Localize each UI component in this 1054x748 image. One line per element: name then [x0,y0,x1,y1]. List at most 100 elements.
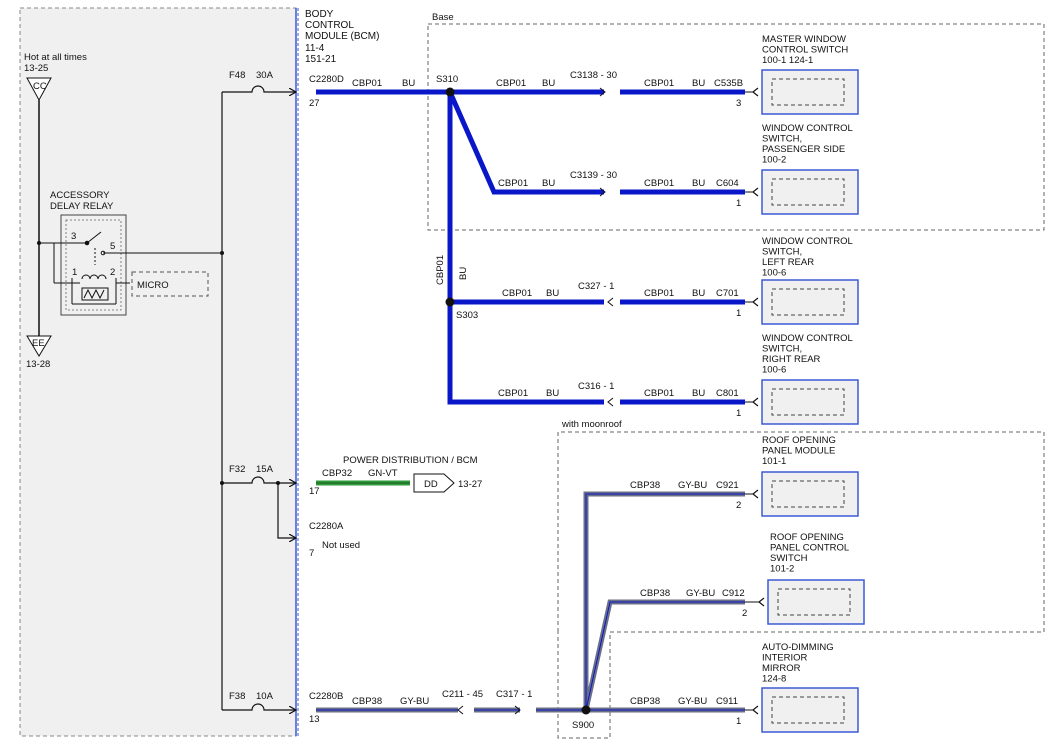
wire-cbp01-i: CBP01 [644,388,674,399]
component-connector-2: C604 [716,178,739,189]
component-label-4: SWITCH, [762,344,802,355]
wire-cbp32: CBP32 [322,468,352,479]
component-label-3: 100-6 [762,268,786,279]
component-pin-5: 2 [736,500,741,511]
splice-s900 [581,705,591,715]
micro-label: MICRO [137,280,169,291]
wire-gybu-a: GY-BU [400,696,429,707]
not-used-label: Not used [322,540,360,551]
wire-cbp01-d: CBP01 [498,178,528,189]
inline-c3139: C3139 - 30 [570,170,617,181]
ee-ref: 13-28 [26,359,50,370]
s310-label: S310 [436,74,458,85]
component-label-6: 101-2 [770,564,794,575]
component-label-6: PANEL CONTROL [770,543,849,554]
component-connector-4: C801 [716,388,739,399]
component-connector-6: C912 [722,588,745,599]
gray-wiring [316,491,745,713]
fuse-f38: F38 [229,691,245,702]
wire-bu-g: BU [692,288,705,299]
bcm-label-3: MODULE (BCM) [305,31,379,42]
fuse-f32: F32 [229,464,245,475]
wire-cbp38-c: CBP38 [630,480,660,491]
wire-bu-c: BU [692,78,705,89]
wire-bu-b: BU [542,78,555,89]
splice-s310 [445,87,455,97]
component-label-4: WINDOW CONTROL [762,333,853,344]
component-label-7: MIRROR [762,663,801,674]
wire-bu-e: BU [692,178,705,189]
fuse-f38-amp: 10A [256,691,274,702]
component-label-1: MASTER WINDOW [762,34,846,45]
component-pin-4: 1 [736,408,741,419]
bcm-label-1: BODY [305,9,334,20]
wiring-diagram: BODY CONTROL MODULE (BCM) 11-4 151-21 Ho… [19,7,1045,739]
wire-cbp38-a: CBP38 [352,696,382,707]
fuse-f32-amp: 15A [256,464,274,475]
wire-cbp01-vertical: CBP01 [435,255,446,285]
component-label-6: ROOF OPENING [770,532,844,543]
component-connector-7: C911 [716,696,738,707]
c2280b-pin: 13 [309,714,320,725]
component-label-1: 100-1 124-1 [762,55,813,66]
wire-cbp01-e: CBP01 [644,178,674,189]
component-label-2: WINDOW CONTROL [762,123,853,134]
relay-label-1: ACCESSORY [50,190,110,201]
relay-pin-3: 3 [71,231,76,242]
bcm-panel [19,7,297,737]
component-label-5: ROOF OPENING [762,435,836,446]
component-label-5: 101-1 [762,456,786,467]
component-label-4: 100-6 [762,365,786,376]
component-label-2: 100-2 [762,155,786,166]
wire-gybu-b: GY-BU [678,696,707,707]
wire-cbp01-a: CBP01 [352,78,382,89]
wire-cbp01-h: CBP01 [498,388,528,399]
wire-cbp38-d: CBP38 [640,588,670,599]
pdb-pin: 17 [309,486,320,497]
inline-c327: C327 - 1 [578,281,614,292]
component-label-2: PASSENGER SIDE [762,144,845,155]
bcm-ref-1: 11-4 [305,43,325,54]
s900-label: S900 [572,720,594,731]
wire-bu-d: BU [542,178,555,189]
dd-label: DD [424,479,438,490]
wire-bu-i: BU [692,388,705,399]
inline-c317: C317 - 1 [496,689,532,700]
c2280d-label: C2280D [309,74,344,85]
component-label-5: PANEL MODULE [762,446,835,457]
relay-label-2: DELAY RELAY [50,201,114,212]
component-label-2: SWITCH, [762,134,802,145]
component-pin-6: 2 [742,608,747,619]
component-pin-3: 1 [736,308,741,319]
hot-label: Hot at all times [24,52,87,63]
wire-gybu-d: GY-BU [686,588,715,599]
base-label: Base [432,12,454,23]
c2280a-label: C2280A [309,521,344,532]
component-label-6: SWITCH [770,553,808,564]
splice-s303 [445,297,455,307]
wire-bu-f: BU [546,288,559,299]
component-pin-7: 1 [736,716,741,727]
blue-wiring [316,89,745,405]
s303-label: S303 [456,310,478,321]
f32-junction [276,481,280,485]
fuse-f48-amp: 30A [256,70,274,81]
inline-c316: C316 - 1 [578,381,614,392]
wire-bu-a: BU [402,78,415,89]
wire-gybu-c: GY-BU [678,480,707,491]
component-label-3: LEFT REAR [762,257,814,268]
bus-junction-1 [220,251,224,255]
component-connector-3: C701 [716,288,739,299]
wire-cbp01-g: CBP01 [644,288,674,299]
dd-ref: 13-27 [458,479,482,490]
component-connector-5: C921 [716,480,739,491]
moonroof-label: with moonroof [561,419,622,430]
pdb-label: POWER DISTRIBUTION / BCM [343,455,478,466]
bcm-label-2: CONTROL [305,20,354,31]
cc-label: CC [33,81,47,92]
c2280b-label: C2280B [309,691,343,702]
inline-c211: C211 - 45 [442,689,483,700]
wire-cbp38-b: CBP38 [630,696,660,707]
wire-cbp01-b: CBP01 [496,78,526,89]
component-label-3: WINDOW CONTROL [762,236,853,247]
